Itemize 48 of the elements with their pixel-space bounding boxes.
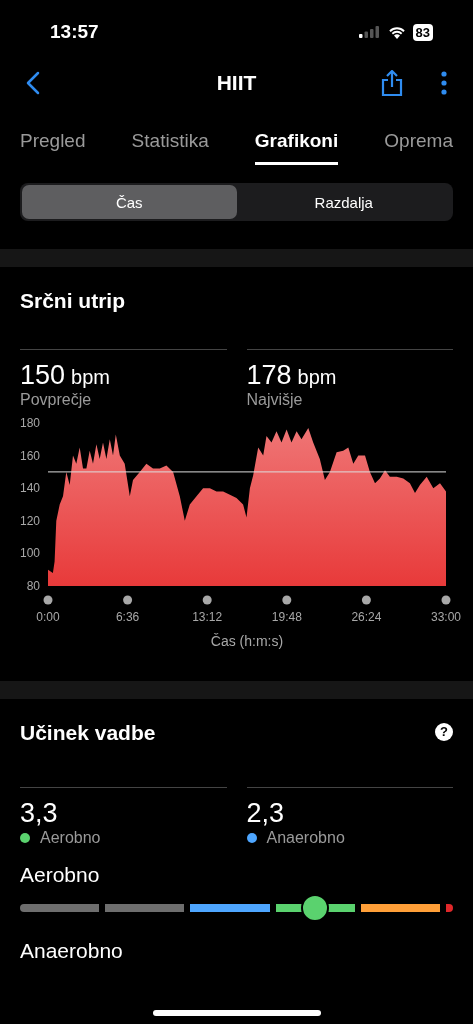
axis-label: 26:24 [351,610,382,624]
axis-label: 19:48 [271,610,302,624]
tick-dot [123,595,133,605]
scale-label: Anaerobno [20,939,123,962]
stat-label: Povprečje [20,391,93,409]
stat-label: Najvišje [246,391,304,409]
axis-label: 100 [19,546,40,561]
axis-label: 180 [19,416,40,430]
stat-unit: bpm [71,366,110,389]
more-icon[interactable] [441,71,447,95]
axis-label: 80 [26,579,40,593]
help-button[interactable]: ? [435,723,453,741]
axis-label: 13:12 [192,610,223,624]
axis-label: 160 [19,448,40,463]
stat-label: Aerobno [40,829,101,847]
stat-value: 3,3 [20,798,59,829]
stat-value: 150 [20,360,66,391]
screen-title: HIIT [216,71,257,95]
axis-label: 140 [19,481,40,496]
scale-label: Aerobno [20,863,100,886]
stat-value: 2,3 [246,798,286,829]
status-time: 13:57 [50,21,99,43]
tab[interactable]: Statistika [131,124,209,165]
axis-title: Čas (h:m:s) [210,633,284,649]
axis-label: 120 [19,513,40,528]
stat-unit: bpm [297,366,337,389]
tick-dot [202,595,212,605]
axis-label: 6:36 [115,610,140,624]
axis-label: 33:00 [431,610,461,624]
tab[interactable]: Oprema [384,124,453,165]
wifi-icon [387,25,406,39]
tab[interactable]: Pregled [20,124,86,165]
axis-label: 0:00 [36,610,60,624]
tick-dot [43,595,53,605]
section-title: Srčni utrip [20,288,126,313]
battery-indicator: 83 [412,23,433,41]
stat-label: Anaerobno [266,829,345,847]
stat-value: 178 [246,360,292,391]
tick-dot [361,595,371,605]
tick-dot [282,595,292,605]
segment-button[interactable]: Razdalja [236,185,451,219]
tab[interactable]: Grafikoni [254,124,339,165]
segment-button[interactable]: Čas [22,185,237,219]
share-icon[interactable] [381,70,403,96]
back-icon[interactable] [26,71,40,95]
section-title: Učinek vadbe [20,720,156,745]
tick-dot [441,595,451,605]
signal-icon [358,26,381,38]
